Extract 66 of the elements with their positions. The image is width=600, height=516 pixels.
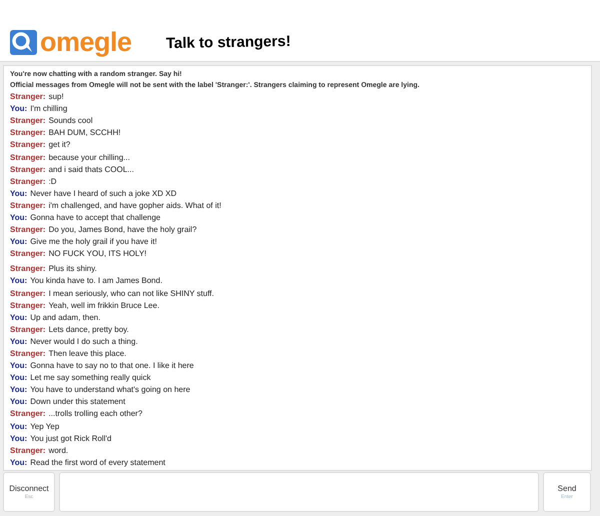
sender-label: Stranger: [10, 200, 46, 211]
message-text: and i said thats COOL... [48, 164, 134, 175]
message-text: ...trolls trolling each other? [48, 409, 142, 420]
sender-label: Stranger: [10, 128, 46, 138]
sender-label: Stranger: [10, 152, 46, 163]
message-text: Yep Yep [30, 422, 60, 432]
sender-label: You: [10, 434, 28, 444]
sender-label: You: [10, 188, 28, 199]
sender-label: You: [10, 212, 28, 223]
message-text: Yeah, well im frikkin Bruce Lee. [48, 300, 160, 311]
message-text: Up and adam, then. [30, 312, 100, 323]
sender-label: Stranger: [10, 92, 46, 102]
sender-label: Stranger: [10, 288, 46, 299]
sender-label: You: [10, 385, 28, 396]
sender-label: Stranger: [10, 225, 46, 236]
message-text: Plus its shiny. [48, 264, 97, 274]
logo-text: omegle [40, 28, 132, 56]
sender-label: Stranger: [10, 300, 46, 311]
message-text: Never have I heard of such a joke XD XD [30, 188, 176, 199]
tagline: Talk to strangers! [165, 31, 290, 54]
sender-label: You: [10, 422, 28, 432]
sender-label: You: [10, 312, 28, 323]
message-text: because your chilling... [48, 152, 130, 163]
message-text: Then leave this place. [48, 349, 126, 360]
sender-label: Stranger: [10, 409, 46, 420]
sender-label: You: [10, 336, 28, 347]
message-text: Never would I do such a thing. [30, 336, 138, 347]
message-text: i'm challenged, and have gopher aids. What of it! [48, 200, 222, 211]
message-text: Sounds cool [48, 116, 93, 126]
sender-label: Stranger: [10, 116, 46, 126]
logo-icon [10, 30, 37, 54]
sender-label: You: [10, 361, 28, 372]
message-text: I mean seriously, who can not like SHINY stuff. [48, 288, 214, 299]
message-text: Read the first word of every statement [30, 458, 166, 468]
sender-label: Stranger: [10, 349, 46, 360]
message-text: Give me the holy grail if you have it! [30, 237, 157, 248]
message-text: Gonna have to say no to that one. I like it here [30, 361, 194, 372]
message-text: sup! [48, 92, 64, 102]
sender-label: You: [10, 237, 28, 248]
message-text: You kinda have to. I am James Bond. [30, 276, 162, 286]
message-text: Do you, James Bond, have the holy grail? [48, 225, 197, 236]
sender-label: Stranger: [10, 249, 46, 260]
sender-label: Stranger: [10, 264, 46, 274]
sender-label: You: [10, 397, 28, 408]
sender-label: You: [10, 104, 28, 114]
message-text: NO FUCK YOU, ITS HOLY! [48, 249, 147, 260]
message-text: You have to understand what's going on here [30, 385, 190, 396]
message-text: I'm chilling [30, 104, 68, 114]
message-text: Gonna have to accept that challenge [30, 212, 161, 223]
sender-label: You: [10, 276, 28, 286]
message-text: BAH DUM, SCCHH! [48, 128, 121, 138]
message-text: Let me say something really quick [30, 373, 151, 384]
message-text: get it? [48, 140, 70, 150]
message-text: You just got Rick Roll'd [30, 434, 112, 444]
message-text: Down under this statement [30, 397, 126, 408]
message-text: Lets dance, pretty boy. [48, 324, 129, 335]
message-text: word. [48, 446, 68, 456]
sender-label: Stranger: [10, 140, 46, 150]
message-input[interactable] [59, 472, 539, 512]
sender-label: Stranger: [10, 324, 46, 335]
sender-label: You: [10, 458, 28, 468]
sender-label: You: [10, 373, 28, 384]
sender-label: Stranger: [10, 176, 46, 187]
sender-label: Stranger: [10, 446, 46, 456]
sender-label: Stranger: [10, 164, 46, 175]
message-text: :D [48, 176, 57, 187]
